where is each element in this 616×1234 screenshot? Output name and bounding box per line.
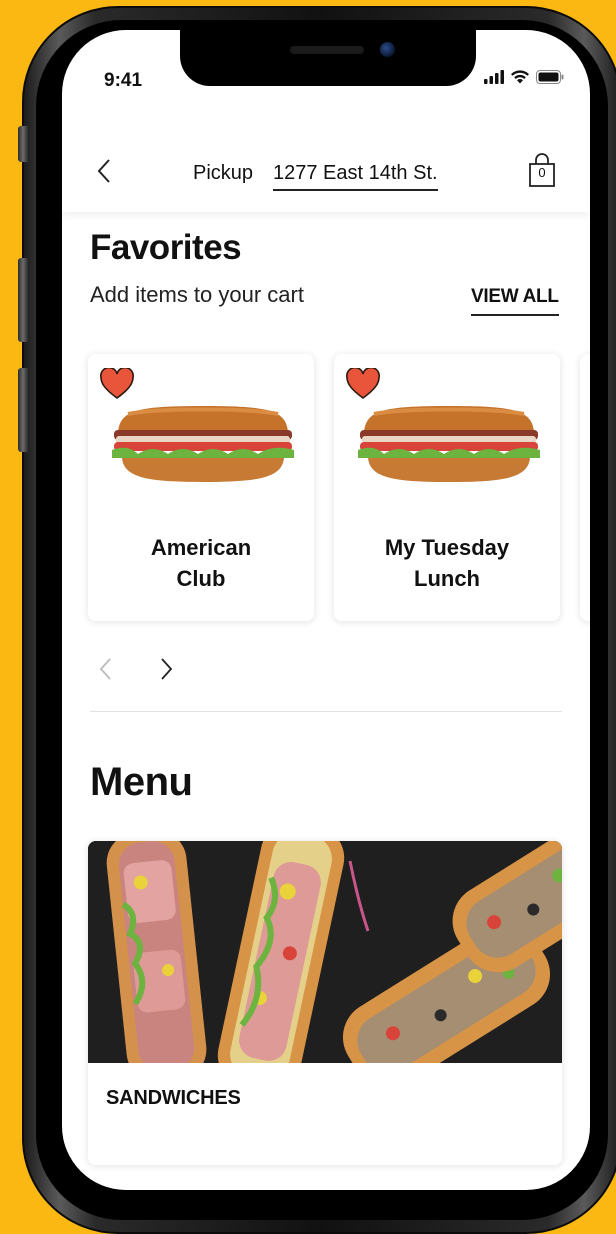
signal-icon bbox=[484, 70, 504, 84]
status-icons bbox=[484, 70, 564, 84]
app-header: Pickup 1277 East 14th St. 0 bbox=[62, 112, 590, 212]
section-divider bbox=[90, 711, 562, 712]
pickup-address-link[interactable]: 1277 East 14th St. bbox=[273, 162, 438, 191]
heart-icon[interactable] bbox=[346, 368, 380, 400]
favorites-subtitle: Add items to your cart bbox=[90, 282, 304, 307]
favorites-title: Favorites bbox=[90, 228, 242, 267]
wifi-icon bbox=[511, 70, 529, 84]
chevron-right-icon[interactable] bbox=[156, 654, 176, 684]
view-all-link[interactable]: VIEW ALL bbox=[471, 286, 559, 316]
cart-count: 0 bbox=[538, 165, 546, 180]
status-time: 9:41 bbox=[104, 70, 143, 91]
favorite-name: American Club bbox=[150, 535, 252, 591]
cart-button[interactable]: 0 bbox=[527, 152, 557, 188]
menu-category-label: SANDWICHES bbox=[106, 1087, 241, 1109]
favorite-card[interactable]: My Tuesday Lunch bbox=[334, 354, 560, 621]
pickup-label: Pickup bbox=[193, 162, 254, 184]
sandwich-image bbox=[112, 406, 294, 482]
app-screen: 9:41 Pickup 1277 East 14th St. 0 Favorit… bbox=[62, 30, 590, 1190]
heart-icon[interactable] bbox=[100, 368, 134, 400]
menu-category-card[interactable]: SANDWICHES bbox=[88, 841, 562, 1165]
battery-icon bbox=[536, 70, 564, 84]
phone-volume-down bbox=[18, 368, 28, 452]
favorite-card-partial[interactable] bbox=[580, 354, 590, 621]
phone-camera bbox=[380, 42, 395, 57]
favorite-card[interactable]: American Club bbox=[88, 354, 314, 621]
chevron-left-icon[interactable] bbox=[96, 654, 116, 684]
phone-mute-switch bbox=[18, 126, 28, 162]
sandwich-image bbox=[358, 406, 540, 482]
sandwiches-photo bbox=[88, 841, 562, 1063]
favorite-name: My Tuesday Lunch bbox=[384, 535, 510, 591]
menu-title: Menu bbox=[90, 760, 193, 804]
phone-notch bbox=[180, 30, 476, 86]
chevron-left-icon[interactable] bbox=[92, 156, 116, 186]
phone-volume-up bbox=[18, 258, 28, 342]
phone-speaker bbox=[290, 46, 364, 54]
